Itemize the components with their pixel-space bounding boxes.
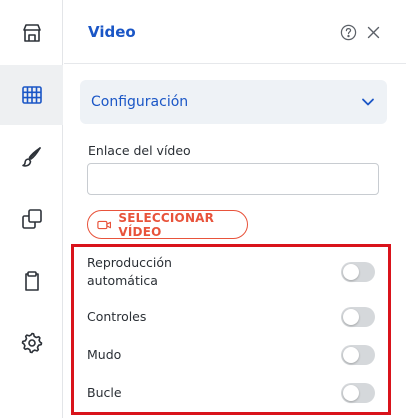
copy-icon bbox=[21, 209, 42, 229]
toggle-knob bbox=[343, 309, 359, 325]
autoplay-toggle[interactable] bbox=[341, 262, 375, 282]
panel-title: Video bbox=[88, 23, 136, 41]
panel-header: Video bbox=[64, 0, 406, 64]
controls-toggle[interactable] bbox=[341, 307, 375, 327]
controls-label: Controles bbox=[87, 309, 147, 324]
select-video-label: SELECCIONAR VÍDEO bbox=[118, 210, 215, 239]
toggle-knob bbox=[343, 347, 359, 363]
sidebar-item-design[interactable] bbox=[0, 127, 63, 187]
sidebar-item-settings[interactable] bbox=[0, 313, 63, 373]
loop-label: Bucle bbox=[87, 385, 122, 400]
video-camera-icon bbox=[97, 220, 112, 229]
video-settings-panel: Video Configuración Enlace del vídeo SEL… bbox=[64, 0, 406, 418]
sidebar-item-layers[interactable] bbox=[0, 189, 63, 249]
autoplay-label-line2: automática bbox=[87, 273, 158, 288]
gear-icon bbox=[21, 332, 42, 354]
select-video-button[interactable]: SELECCIONAR VÍDEO bbox=[87, 210, 248, 239]
sidebar-item-grid[interactable] bbox=[0, 65, 63, 125]
close-icon[interactable] bbox=[366, 25, 381, 40]
store-icon bbox=[22, 24, 41, 42]
sidebar-item-clipboard[interactable] bbox=[0, 251, 63, 311]
video-link-input[interactable] bbox=[88, 164, 378, 194]
accordion-label: Configuración bbox=[91, 94, 189, 110]
toggle-knob bbox=[343, 264, 359, 280]
chevron-down-icon bbox=[362, 98, 374, 106]
brush-icon bbox=[21, 147, 41, 167]
sidebar-item-store[interactable] bbox=[0, 3, 63, 63]
toggle-knob bbox=[343, 385, 359, 401]
loop-toggle[interactable] bbox=[341, 383, 375, 403]
sidebar-rail bbox=[0, 0, 63, 418]
autoplay-label: Reproducción automática bbox=[87, 254, 172, 290]
video-link-label: Enlace del vídeo bbox=[88, 143, 191, 158]
help-circle-icon[interactable] bbox=[340, 24, 357, 41]
configuration-accordion[interactable]: Configuración bbox=[80, 80, 387, 124]
mute-label: Mudo bbox=[87, 347, 122, 362]
grid-icon bbox=[21, 86, 42, 104]
video-link-field bbox=[87, 163, 379, 195]
autoplay-label-line1: Reproducción bbox=[87, 255, 172, 270]
clipboard-icon bbox=[24, 271, 39, 291]
mute-toggle[interactable] bbox=[341, 345, 375, 365]
